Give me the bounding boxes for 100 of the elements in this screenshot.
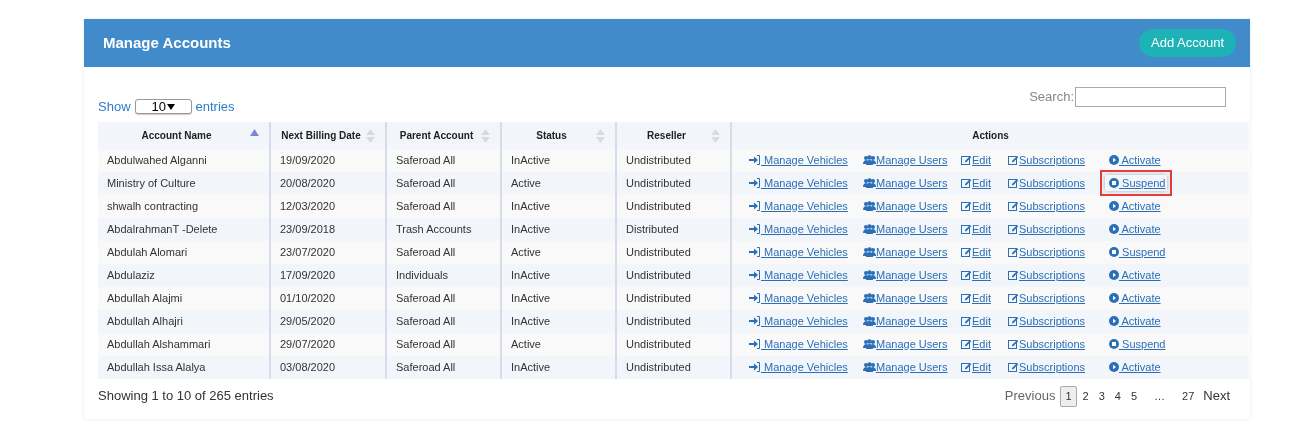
table-cell: Active: [501, 332, 616, 356]
action-link[interactable]: Suspend: [1105, 174, 1168, 192]
action-link[interactable]: Manage Vehicles: [749, 358, 848, 376]
table-cell: InActive: [501, 286, 616, 310]
table-cell: Undistributed: [616, 309, 731, 333]
edit-icon: [1008, 339, 1019, 349]
edit-icon: [1008, 316, 1019, 326]
action-link[interactable]: Manage Vehicles: [749, 289, 848, 307]
action-link[interactable]: Manage Vehicles: [749, 266, 848, 284]
edit-icon: [961, 201, 972, 211]
column-header[interactable]: Actions: [972, 129, 1009, 141]
header-cell[interactable]: Parent Account: [386, 121, 501, 149]
action-link[interactable]: Subscriptions: [1008, 312, 1086, 330]
action-link[interactable]: Activate: [1109, 197, 1161, 215]
header-cell[interactable]: Reseller: [616, 121, 731, 149]
action-link[interactable]: Manage Users: [863, 220, 948, 238]
action-link[interactable]: Manage Users: [863, 335, 948, 353]
table-cell: Abdullah Issa Alalya: [98, 355, 270, 379]
table-cell: Undistributed: [616, 332, 731, 356]
edit-icon: [1008, 224, 1019, 234]
action-link[interactable]: Activate: [1109, 289, 1161, 307]
action-link[interactable]: Manage Vehicles: [749, 335, 848, 353]
action-link[interactable]: Subscriptions: [1008, 151, 1086, 169]
page-button[interactable]: 5: [1126, 385, 1141, 407]
column-header[interactable]: Next Billing Date: [281, 129, 361, 141]
table-cell: Saferoad All: [386, 148, 501, 172]
action-link[interactable]: Activate: [1109, 358, 1161, 376]
next-button[interactable]: Next: [1203, 386, 1230, 406]
edit-icon: [1008, 201, 1019, 211]
column-header[interactable]: Account Name: [141, 129, 212, 141]
action-link[interactable]: Manage Users: [863, 197, 948, 215]
action-link[interactable]: Edit: [961, 151, 991, 169]
sort-ascending-icon: [250, 128, 259, 136]
action-link[interactable]: Manage Users: [863, 174, 948, 192]
table-cell: 29/07/2020: [270, 332, 386, 356]
action-link[interactable]: Manage Vehicles: [749, 220, 848, 238]
action-link[interactable]: Subscriptions: [1008, 174, 1086, 192]
entries-select[interactable]: 10: [134, 99, 192, 115]
column-header[interactable]: Reseller: [647, 129, 686, 141]
action-link[interactable]: Manage Users: [863, 151, 948, 169]
action-link[interactable]: Subscriptions: [1008, 358, 1086, 376]
edit-icon: [961, 178, 972, 188]
action-link[interactable]: Edit: [961, 243, 991, 261]
table-cell: Abdullah Alajmi: [98, 286, 270, 310]
table-cell: Saferoad All: [386, 332, 501, 356]
play-circle-icon: [1109, 270, 1119, 280]
stop-circle-icon: [1109, 178, 1119, 188]
action-link[interactable]: Manage Vehicles: [749, 151, 848, 169]
table-cell: Ministry of Culture: [98, 171, 270, 195]
action-link[interactable]: Subscriptions: [1008, 220, 1086, 238]
action-link[interactable]: Activate: [1109, 220, 1161, 238]
column-header[interactable]: Status: [536, 129, 567, 141]
header-cell[interactable]: Next Billing Date: [270, 121, 386, 149]
header-cell[interactable]: Actions: [731, 121, 1249, 149]
action-link[interactable]: Edit: [961, 174, 991, 192]
table-cell: AbdalrahmanT -Delete: [98, 217, 270, 241]
action-link[interactable]: Subscriptions: [1008, 289, 1086, 307]
page-button[interactable]: 4: [1110, 385, 1125, 407]
users-icon: [863, 362, 876, 372]
action-link[interactable]: Suspend: [1109, 335, 1166, 353]
action-link[interactable]: Manage Vehicles: [749, 243, 848, 261]
search-field[interactable]: [1075, 86, 1226, 107]
action-link[interactable]: Edit: [961, 197, 991, 215]
stop-circle-icon: [1109, 247, 1119, 257]
header-cell[interactable]: Account Name: [98, 121, 270, 149]
page-button[interactable]: 27: [1178, 385, 1199, 407]
action-link[interactable]: Edit: [961, 220, 991, 238]
action-link[interactable]: Edit: [961, 312, 991, 330]
action-link[interactable]: Manage Vehicles: [749, 312, 848, 330]
action-link[interactable]: Subscriptions: [1008, 197, 1086, 215]
action-link[interactable]: Manage Users: [863, 312, 948, 330]
stop-circle-icon: [1109, 339, 1119, 349]
column-header[interactable]: Parent Account: [399, 129, 474, 141]
action-link[interactable]: Edit: [961, 335, 991, 353]
action-link[interactable]: Manage Vehicles: [749, 174, 848, 192]
action-link[interactable]: Manage Users: [863, 358, 948, 376]
page-button[interactable]: 1: [1060, 385, 1077, 407]
action-link[interactable]: Manage Users: [863, 243, 948, 261]
table-cell: InActive: [501, 194, 616, 218]
page-button[interactable]: …: [1150, 385, 1169, 407]
action-link[interactable]: Activate: [1109, 151, 1161, 169]
action-link[interactable]: Activate: [1109, 312, 1161, 330]
table-cell: 23/09/2018: [270, 217, 386, 241]
header-cell[interactable]: Status: [501, 121, 616, 149]
action-link[interactable]: Activate: [1109, 266, 1161, 284]
previous-button[interactable]: Previous: [1004, 386, 1056, 406]
page-button[interactable]: 3: [1094, 385, 1109, 407]
action-link[interactable]: Edit: [961, 358, 991, 376]
action-link[interactable]: Subscriptions: [1008, 335, 1086, 353]
action-link[interactable]: Suspend: [1109, 243, 1166, 261]
entries-label: entries: [195, 98, 235, 116]
action-link[interactable]: Edit: [961, 266, 991, 284]
action-link[interactable]: Subscriptions: [1008, 266, 1086, 284]
action-link[interactable]: Manage Users: [863, 266, 948, 284]
action-link[interactable]: Subscriptions: [1008, 243, 1086, 261]
action-link[interactable]: Manage Users: [863, 289, 948, 307]
table-cell: Trash Accounts: [386, 217, 501, 241]
action-link[interactable]: Edit: [961, 289, 991, 307]
page-button[interactable]: 2: [1078, 385, 1093, 407]
action-link[interactable]: Manage Vehicles: [749, 197, 848, 215]
